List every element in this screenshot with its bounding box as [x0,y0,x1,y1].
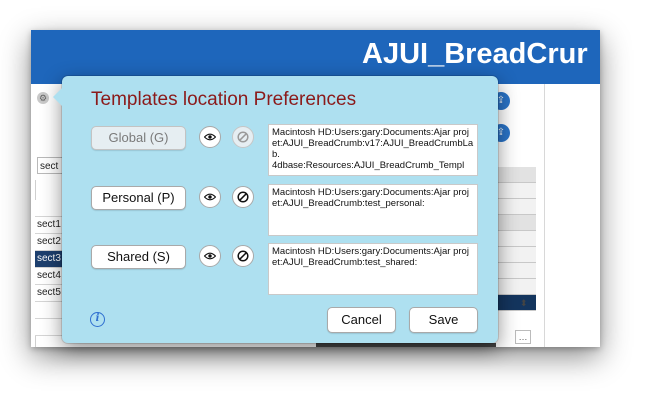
info-icon[interactable]: i [90,312,105,327]
popover-arrow [53,88,62,106]
shared-path-field[interactable]: Macintosh HD:Users:gary:Documents:Ajar p… [268,243,478,295]
property-list [496,167,536,311]
gear-icon[interactable]: ⚙ [37,92,49,104]
eye-icon[interactable] [199,245,221,267]
property-row[interactable] [496,167,536,183]
prohibit-icon[interactable] [232,186,254,208]
eye-icon[interactable] [199,126,221,148]
property-row[interactable] [496,231,536,247]
property-row[interactable] [496,263,536,279]
personal-location-button[interactable]: Personal (P) [91,186,186,210]
property-row[interactable] [496,215,536,231]
property-row[interactable] [496,183,536,199]
personal-path-field[interactable]: Macintosh HD:Users:gary:Documents:Ajar p… [268,184,478,236]
stepper-icon[interactable]: ⬍ [520,298,528,309]
templates-location-dialog: Templates location Preferences Global (G… [53,76,498,343]
eye-icon[interactable] [199,186,221,208]
property-row[interactable] [496,247,536,263]
global-location-button[interactable]: Global (G) [91,126,186,150]
more-button[interactable]: … [515,330,531,344]
property-row[interactable] [496,279,536,295]
dialog-title: Templates location Preferences [91,89,357,110]
save-button[interactable]: Save [409,307,478,333]
pane-divider [544,84,545,347]
bottom-bar [316,343,496,347]
property-row[interactable] [496,199,536,215]
global-path-field[interactable]: Macintosh HD:Users:gary:Documents:Ajar p… [268,124,478,176]
prohibit-icon[interactable] [232,126,254,148]
shared-location-button[interactable]: Shared (S) [91,245,186,269]
prohibit-icon[interactable] [232,245,254,267]
cancel-button[interactable]: Cancel [327,307,396,333]
banner-title: AJUI_BreadCrur [362,38,588,70]
property-row[interactable] [496,295,536,311]
